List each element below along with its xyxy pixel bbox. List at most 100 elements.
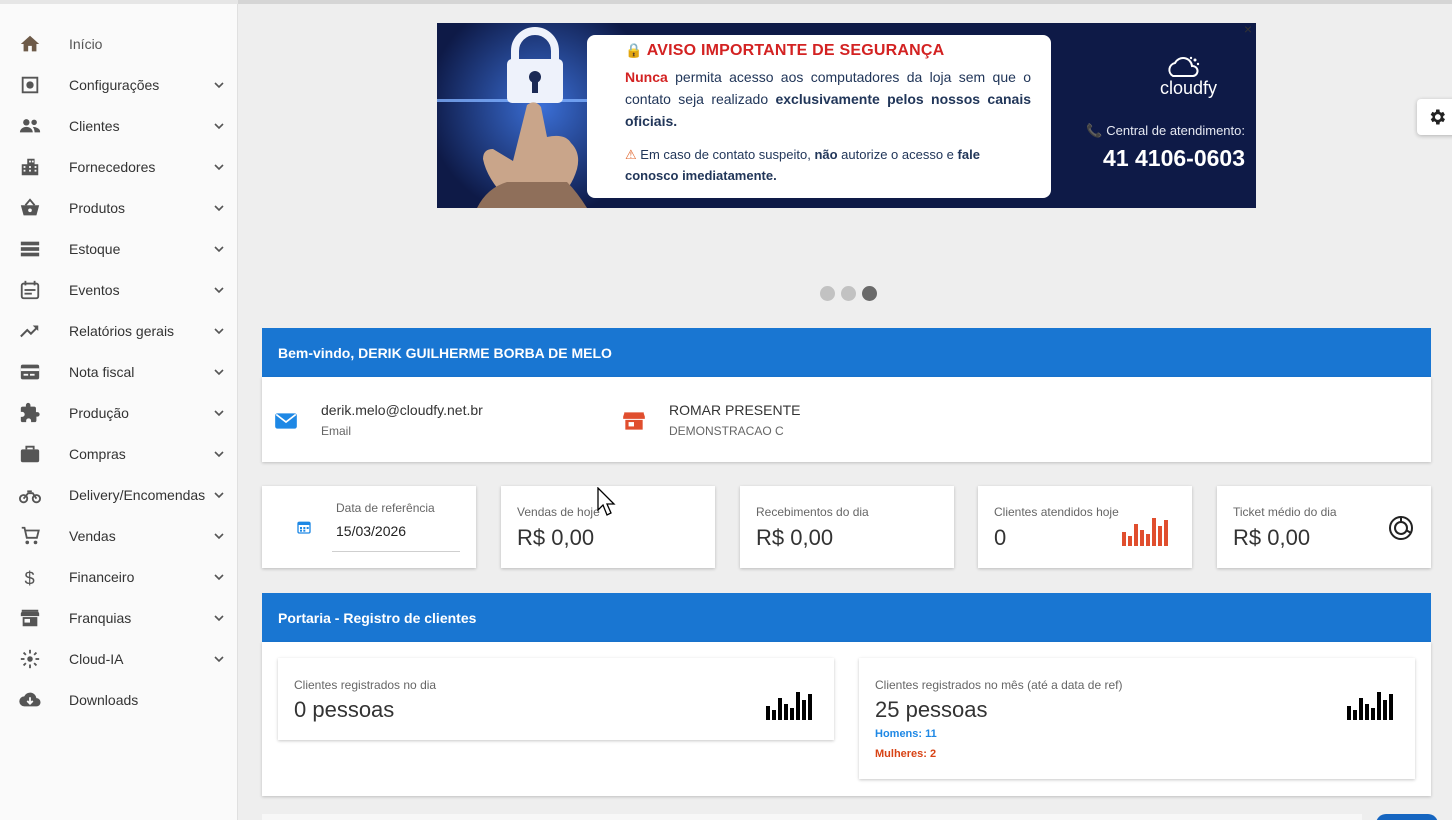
bar-chart-icon [766,692,812,720]
receipts-label: Recebimentos do dia [756,505,869,519]
sidebar-item-compras[interactable]: Compras [0,433,238,474]
svg-text:$: $ [25,567,35,588]
chevron-down-icon[interactable] [212,201,226,215]
carousel-dot-3[interactable] [862,286,877,301]
sidebar-item-nota-fiscal[interactable]: Nota fiscal [0,351,238,392]
security-notice-card: 🔒 AVISO IMPORTANTE DE SEGURANÇA Nunca pe… [587,35,1051,198]
notice-text-c: Em caso de contato suspeito, [640,147,815,162]
sidebar-item-franquias[interactable]: Franquias [0,597,238,638]
sidebar-item-produtos[interactable]: Produtos [0,187,238,228]
chevron-down-icon[interactable] [212,324,226,338]
security-banner[interactable]: 🔒 AVISO IMPORTANTE DE SEGURANÇA Nunca pe… [437,23,1256,208]
carousel-dots [820,286,877,301]
women-count: Mulheres: 2 [875,748,937,760]
sidebar-item-relatorios-gerais[interactable]: Relatórios gerais [0,310,238,351]
store-icon [623,412,645,430]
sidebar-item-label: Fornecedores [69,158,156,175]
calendar-event-icon [18,278,42,302]
store-subtitle: DEMONSTRACAO C [669,424,784,438]
clients-month-label: Clientes registrados no mês (até a data … [875,678,1123,692]
email-icon [275,413,297,429]
clients-served-value: 0 [994,525,1007,550]
home-icon [18,32,42,56]
sidebar-item-label: Produtos [69,199,126,216]
date-input-underline [332,551,460,552]
dollar-icon: $ [18,565,42,589]
sidebar-item-label: Clientes [69,117,120,134]
portaria-header: Portaria - Registro de clientes [262,593,1431,642]
reference-date-input[interactable]: 15/03/2026 [336,523,406,539]
sidebar-item-clientes[interactable]: Clientes [0,105,238,146]
chevron-down-icon[interactable] [212,488,226,502]
sidebar-item-label: Cloud-IA [69,650,124,667]
chevron-down-icon[interactable] [212,119,226,133]
sidebar-item-producao[interactable]: Produção [0,392,238,433]
chevron-down-icon[interactable] [212,570,226,584]
sidebar-item-label: Financeiro [69,568,135,585]
chevron-down-icon[interactable] [212,611,226,625]
sales-today-label: Vendas de hoje [517,505,600,519]
phone-number: 41 4106-0603 [1103,145,1245,171]
notice-never: Nunca [625,69,668,85]
chevron-down-icon[interactable] [212,242,226,256]
calendar-icon [297,521,311,534]
chevron-down-icon[interactable] [212,365,226,379]
chevron-down-icon[interactable] [212,406,226,420]
brand-name: cloudfy [1159,78,1217,98]
people-icon [18,114,42,138]
sidebar-item-cloud-ia[interactable]: Cloud-IA [0,638,238,679]
chevron-down-icon[interactable] [212,283,226,297]
sidebar-item-label: Início [69,35,103,52]
sidebar-item-downloads[interactable]: Downloads [0,679,238,720]
carousel-dot-2[interactable] [841,286,856,301]
ticket-label: Ticket médio do dia [1233,505,1337,519]
bar-chart-icon [1347,692,1393,720]
banner-close-icon[interactable]: × [1244,23,1252,37]
notice-heading: 🔒 AVISO IMPORTANTE DE SEGURANÇA [625,42,1031,60]
sidebar-item-vendas[interactable]: Vendas [0,515,238,556]
chevron-down-icon[interactable] [212,160,226,174]
chevron-down-icon[interactable] [212,529,226,543]
sidebar-item-eventos[interactable]: Eventos [0,269,238,310]
briefcase-icon [18,442,42,466]
notice-paragraph-2: ⚠ Em caso de contato suspeito, não autor… [625,144,1031,186]
notice-text-d: não [814,147,838,162]
chevron-down-icon[interactable] [212,652,226,666]
notice-paragraph-1: Nunca permita acesso aos computadores da… [625,66,1031,132]
pie-chart-icon [1389,516,1413,540]
lock-icon: 🔒 [625,42,643,58]
bar-chart-icon [1122,518,1168,546]
clients-month-card: Clientes registrados no mês (até a data … [859,658,1415,779]
sidebar-item-label: Configurações [69,76,160,93]
notice-heading-text: AVISO IMPORTANTE DE SEGURANÇA [646,42,945,59]
floating-action-button[interactable] [1376,814,1438,820]
sales-today-value: R$ 0,00 [517,525,595,550]
email-value: derik.melo@cloudfy.net.br [321,402,483,418]
email-info: derik.melo@cloudfy.net.br Email [273,402,483,438]
sidebar-item-delivery-encomendas[interactable]: Delivery/Encomendas [0,474,238,515]
sidebar-item-configuracoes[interactable]: Configurações [0,64,238,105]
cloudfy-logo: cloudfy [1065,56,1245,99]
sidebar-item-inicio[interactable]: Início [0,23,238,64]
carousel-dot-1[interactable] [820,286,835,301]
sidebar-item-financeiro[interactable]: $ Financeiro [0,556,238,597]
sidebar-nav: Início Configurações Clientes Fornecedores P… [0,23,238,720]
chevron-down-icon[interactable] [212,78,226,92]
welcome-body: derik.melo@cloudfy.net.br Email ROMAR PR… [262,377,1431,462]
gear-icon [1430,109,1445,125]
basket-icon [18,196,42,220]
sidebar-item-label: Delivery/Encomendas [69,486,206,503]
settings-button[interactable] [1417,99,1452,135]
credit-card-icon [18,360,42,384]
sidebar-item-fornecedores[interactable]: Fornecedores [0,146,238,187]
store-icon [18,606,42,630]
portaria-body: Clientes registrados no dia 0 pessoas Cl… [262,642,1431,796]
clients-day-label: Clientes registrados no dia [294,678,437,692]
central-label: 📞 Central de atendimento: [1065,123,1245,139]
sidebar-item-estoque[interactable]: Estoque [0,228,238,269]
motorcycle-icon [18,483,42,507]
sidebar: Início Configurações Clientes Fornecedores P… [0,0,238,820]
sidebar-item-label: Franquias [69,609,132,626]
chevron-down-icon[interactable] [212,447,226,461]
phone-icon: 📞 [1086,123,1103,138]
